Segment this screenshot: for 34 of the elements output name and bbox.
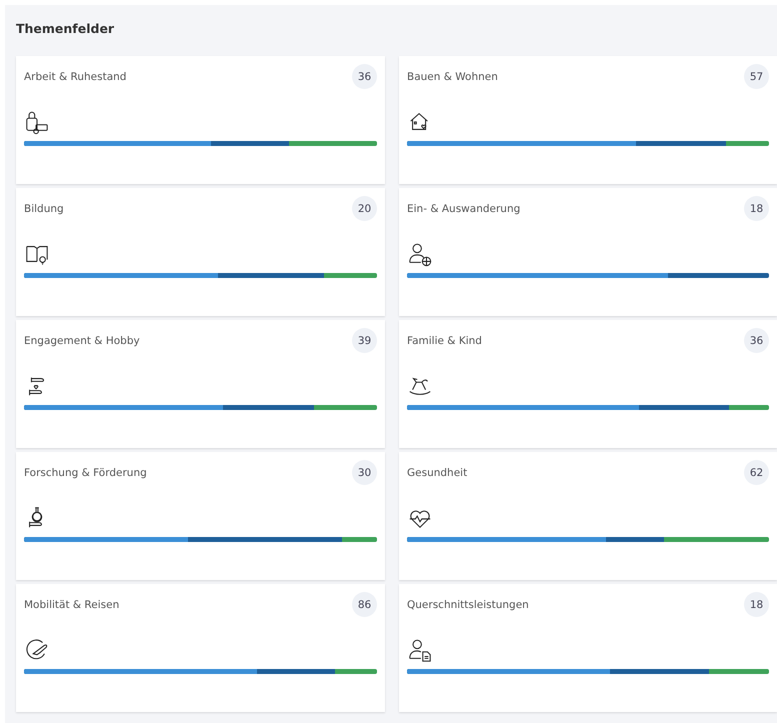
topic-card[interactable]: Bauen & Wohnen 57 [399,56,777,184]
person-document-icon [407,637,433,663]
topic-name: Bildung [24,202,64,214]
topic-name: Forschung & Förderung [24,466,147,478]
topic-card[interactable]: Mobilität & Reisen 86 [16,584,385,712]
count-badge: 36 [744,328,769,353]
count-badge: 20 [352,196,377,221]
section-title: Themenfelder [16,21,116,36]
topic-name: Ein- & Auswanderung [407,202,520,214]
count-badge: 18 [744,592,769,617]
count-badge: 86 [352,592,377,617]
topic-card[interactable]: Forschung & Förderung 30 [16,452,385,580]
topic-name: Bauen & Wohnen [407,70,498,82]
topic-card[interactable]: Arbeit & Ruhestand 36 [16,56,385,184]
topic-name: Querschnittsleistungen [407,598,529,610]
person-globe-icon [407,241,433,267]
topic-card[interactable]: Bildung 20 [16,188,385,316]
topic-card[interactable]: Ein- & Auswanderung 18 [399,188,777,316]
count-badge: 57 [744,64,769,89]
count-badge: 30 [352,460,377,485]
topic-name: Engagement & Hobby [24,334,140,346]
topic-card[interactable]: Engagement & Hobby 39 [16,320,385,448]
topic-card[interactable]: Gesundheit 62 [399,452,777,580]
count-badge: 39 [352,328,377,353]
count-badge: 62 [744,460,769,485]
count-badge: 36 [352,64,377,89]
topic-name: Arbeit & Ruhestand [24,70,126,82]
topic-card[interactable]: Familie & Kind 36 [399,320,777,448]
topic-card[interactable]: Querschnittsleistungen 18 [399,584,777,712]
topic-name: Gesundheit [407,466,468,478]
topic-name: Familie & Kind [407,334,482,346]
padlock-money-icon [24,109,50,135]
count-badge: 18 [744,196,769,221]
topic-name: Mobilität & Reisen [24,598,120,610]
